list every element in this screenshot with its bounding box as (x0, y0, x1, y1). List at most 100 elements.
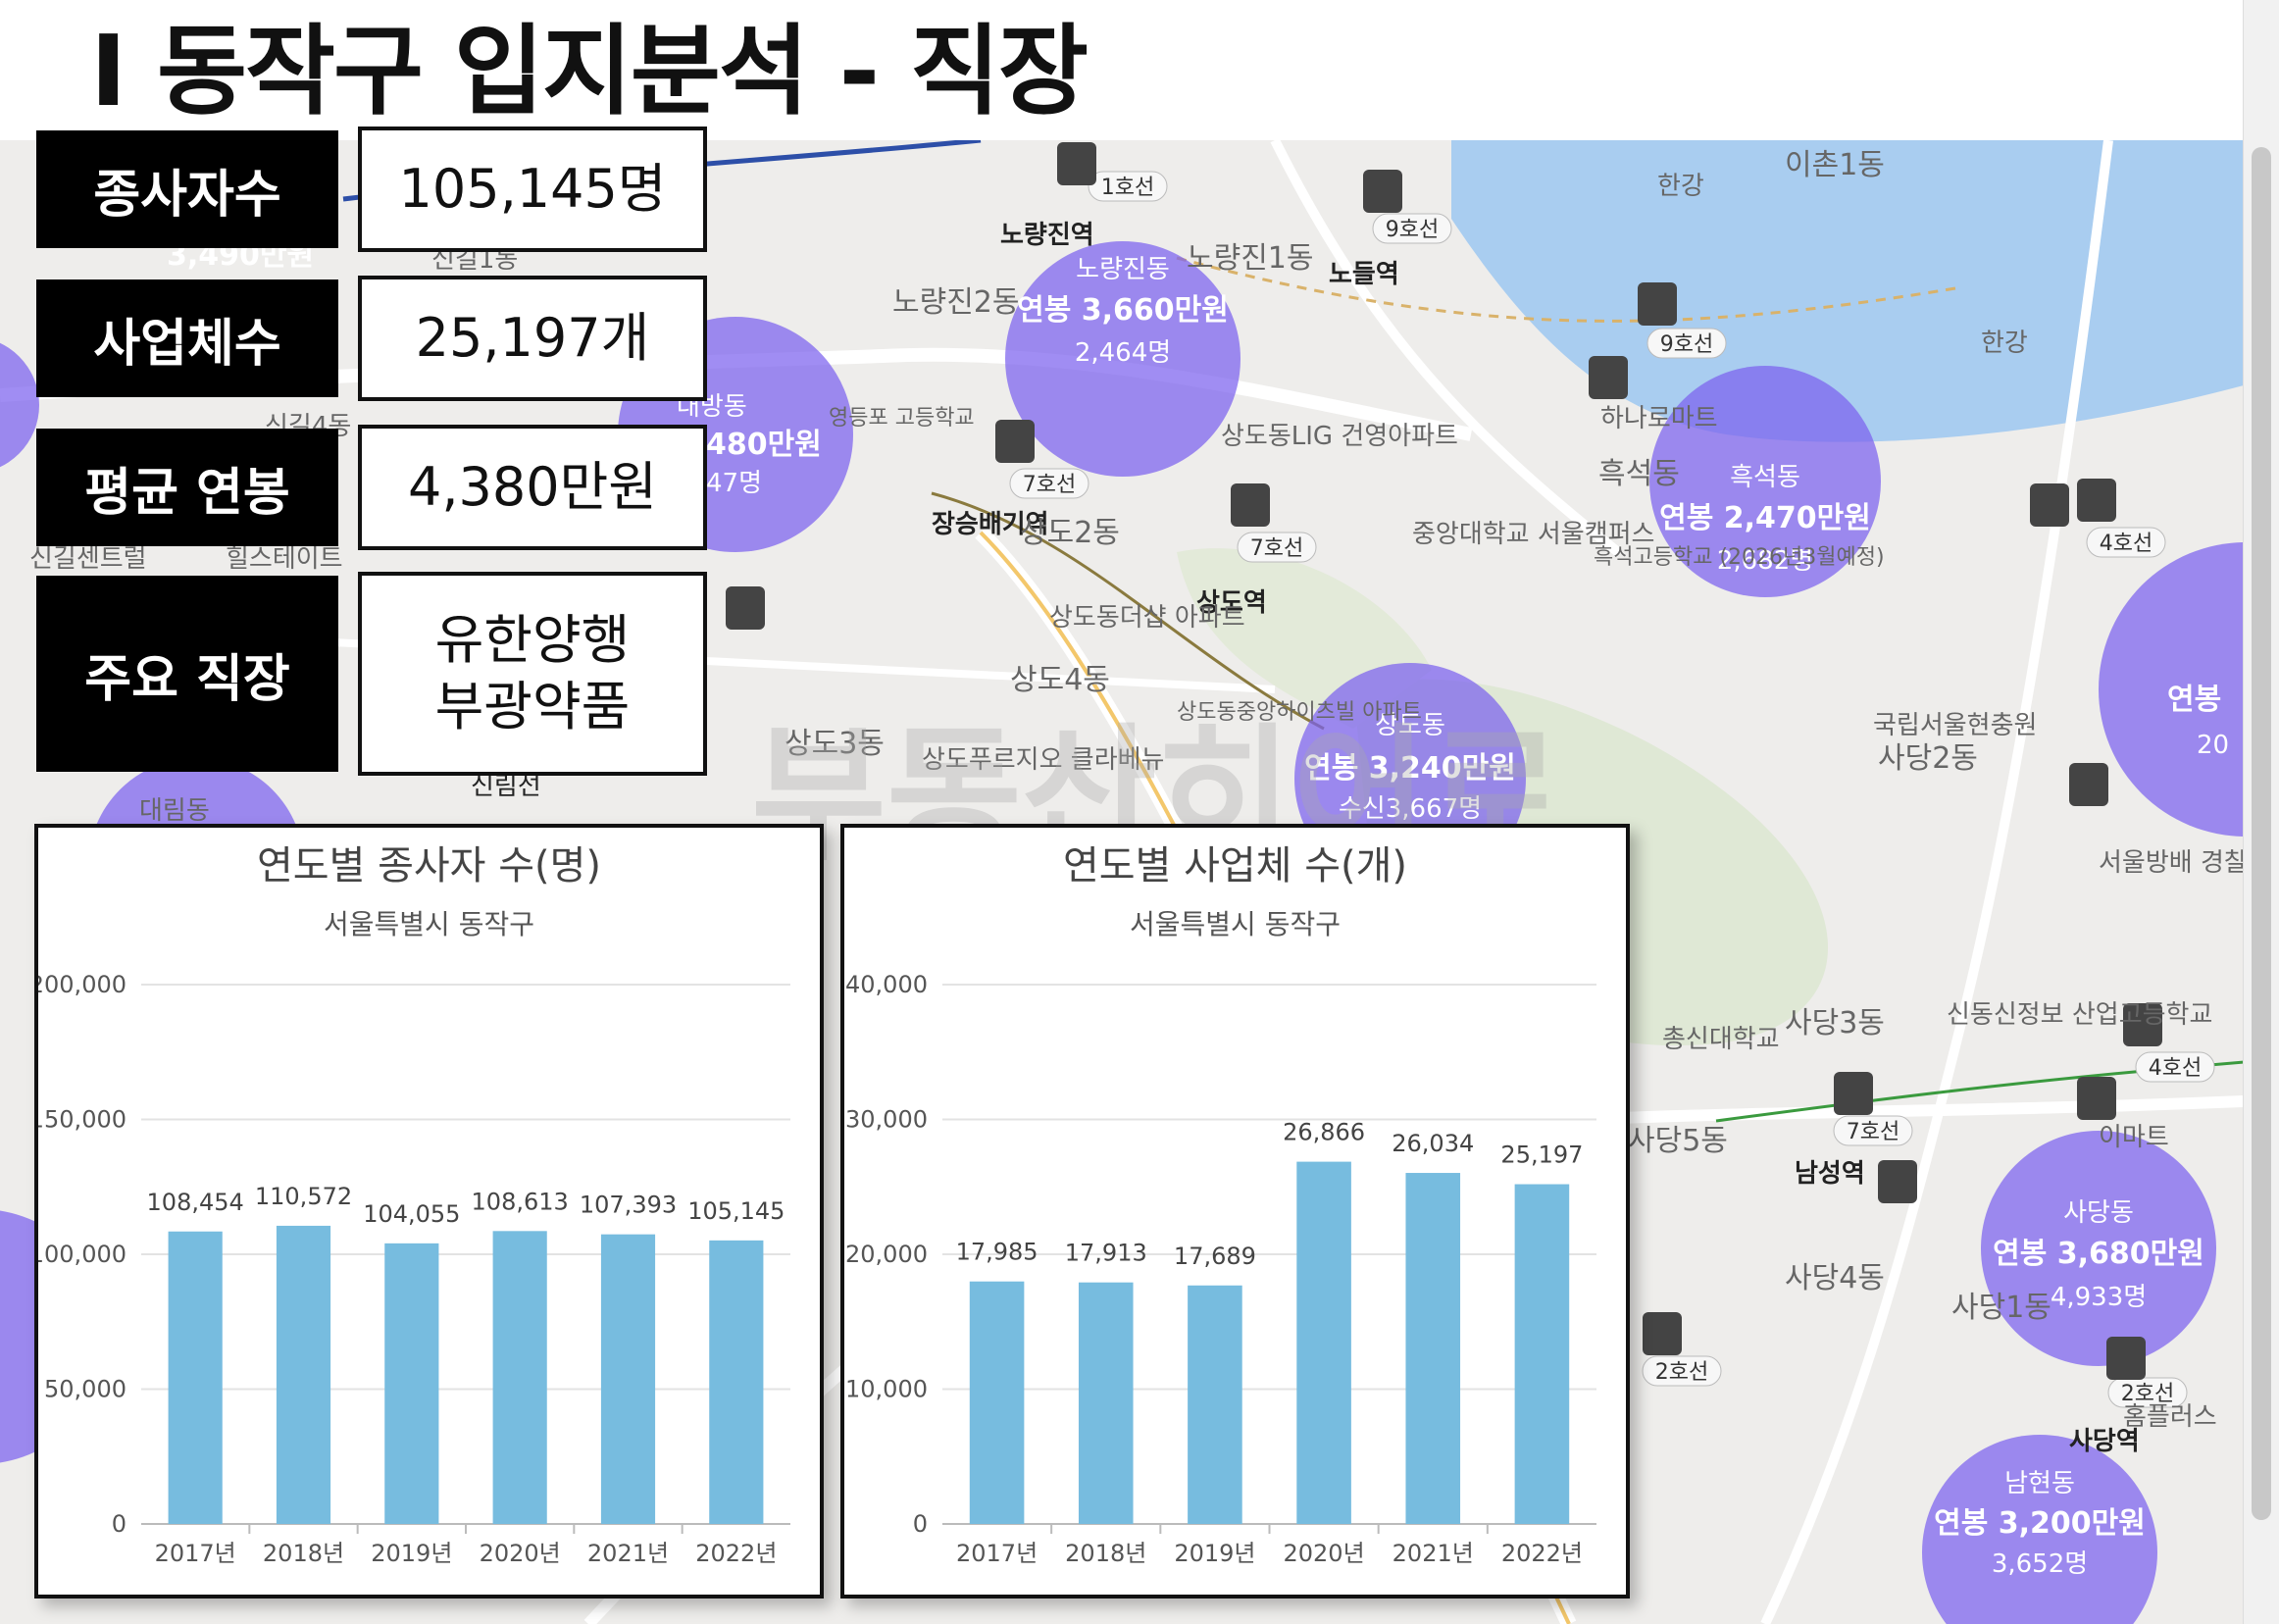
bar[interactable] (168, 1231, 223, 1524)
stat-value-avg-salary: 4,380만원 (358, 425, 707, 550)
bar[interactable] (1188, 1285, 1242, 1524)
x-tick-label: 2017년 (155, 1540, 236, 1567)
bubble-salary-label: 연봉 3,200만원 (1934, 1506, 2146, 1541)
subway-icon[interactable] (1643, 1312, 1682, 1355)
bar[interactable] (384, 1243, 439, 1524)
y-tick-label: 40,000 (845, 971, 928, 998)
place-label: 사당5동 (1628, 1124, 1728, 1158)
subway-icon[interactable] (1363, 170, 1402, 213)
subway-icon[interactable] (1638, 282, 1677, 326)
y-tick-label: 30,000 (845, 1106, 928, 1134)
place-label: 사당4동 (1785, 1261, 1885, 1295)
x-tick-label: 2022년 (1501, 1540, 1583, 1567)
x-tick-label: 2019년 (371, 1540, 452, 1567)
place-label: 대림동 (139, 796, 210, 826)
stat-label-businesses: 사업체수 (36, 279, 338, 397)
stat-value-businesses: 25,197개 (358, 276, 707, 401)
chart-subtitle: 서울특별시 동작구 (1130, 908, 1341, 940)
place-label: 신동신정보 산업고등학교 (1947, 1000, 2212, 1030)
han-river (1451, 140, 2244, 442)
place-label: 국립서울현충원 (1873, 711, 2037, 740)
subway-icon[interactable] (2030, 483, 2069, 527)
bubble-salary-label: 연봉 3,680만원 (1993, 1237, 2204, 1271)
y-tick-label: 150,000 (38, 1106, 127, 1134)
line-badge: 4호선 (2149, 1056, 2202, 1081)
subway-icon[interactable] (1834, 1072, 1873, 1115)
data-label: 108,454 (147, 1189, 244, 1216)
bar[interactable] (1296, 1161, 1351, 1524)
chart-panel-employees: 연도별 종사자 수(명) 서울특별시 동작구 0 50,000 100,000 150,0… (34, 824, 824, 1599)
subway-icon[interactable] (2077, 479, 2116, 522)
scrollbar-thumb[interactable] (2252, 147, 2271, 1520)
y-tick-label: 0 (913, 1510, 928, 1538)
bubble-salary-label: 연봉 3,660만원 (1017, 293, 1229, 328)
data-label: 25,197 (1500, 1142, 1583, 1169)
y-tick-label: 0 (112, 1510, 127, 1538)
bar[interactable] (1405, 1173, 1461, 1524)
place-label: 상도동LIG 건영아파트 (1221, 422, 1458, 451)
bar[interactable] (1514, 1184, 1570, 1524)
data-label: 17,689 (1174, 1243, 1256, 1270)
station-label[interactable]: 노들역 (1329, 260, 1399, 289)
subway-icon[interactable] (726, 586, 765, 630)
station-label[interactable]: 신림선 (471, 772, 541, 801)
x-tick-label: 2020년 (1283, 1540, 1364, 1567)
x-tick-label: 2019년 (1174, 1540, 1255, 1567)
stat-label-avg-salary: 평균 연봉 (36, 429, 338, 546)
place-label: 사당3동 (1785, 1006, 1885, 1040)
place-label: 영등포 고등학교 (829, 406, 975, 431)
data-label: 104,055 (363, 1200, 460, 1228)
bubble-count-label: 2,464명 (1075, 338, 1171, 368)
data-label: 17,913 (1065, 1240, 1147, 1267)
line-badge: 4호선 (2100, 532, 2152, 556)
place-label: 상도4동 (1010, 663, 1110, 697)
x-tick-label: 2018년 (263, 1540, 344, 1567)
shopping-bag-icon[interactable] (2077, 1077, 2116, 1120)
y-tick-label: 50,000 (44, 1376, 127, 1403)
shopping-bag-icon[interactable] (1878, 1160, 1917, 1203)
place-label: 흑석동 (1598, 457, 1680, 491)
bar[interactable] (276, 1225, 331, 1524)
bar[interactable] (1078, 1282, 1134, 1524)
bar[interactable] (709, 1240, 764, 1524)
subway-icon[interactable] (1057, 142, 1096, 185)
subway-icon[interactable] (995, 420, 1035, 463)
line-badge: 2호선 (1655, 1360, 1708, 1385)
place-label: 사당1동 (1951, 1291, 2051, 1325)
station-label[interactable]: 노량진역 (1000, 221, 1094, 250)
bubble-area-label: 사당동 (2063, 1198, 2134, 1228)
chart-title: 연도별 사업체 수(개) (1063, 843, 1407, 888)
x-tick-label: 2020년 (480, 1540, 561, 1567)
station-label[interactable]: 남성역 (1795, 1159, 1865, 1189)
line-badge: 9호선 (1660, 332, 1713, 357)
data-label: 105,145 (687, 1197, 785, 1225)
place-label: 하나로마트 (1600, 404, 1718, 433)
bar[interactable] (492, 1231, 547, 1524)
place-label: 서울방배 경찰서 (2099, 848, 2244, 878)
line-badge: 7호선 (1250, 536, 1303, 561)
chart-subtitle: 서울특별시 동작구 (324, 908, 534, 940)
line-badge: 7호선 (1023, 473, 1076, 497)
bubble-count-label: 20 (2197, 731, 2229, 760)
shopping-bag-icon[interactable] (1589, 356, 1628, 399)
bubble-left-top[interactable] (0, 336, 39, 474)
x-tick-label: 2021년 (587, 1540, 669, 1567)
bubble-count-label: 4,933명 (2051, 1283, 2147, 1312)
bubble-area-label: 남현동 (2004, 1469, 2075, 1498)
y-tick-label: 10,000 (845, 1376, 928, 1403)
bar[interactable] (600, 1234, 656, 1524)
shopping-bag-icon[interactable] (2069, 763, 2108, 806)
bubble-salary-label: 연봉 2,470만원 (1659, 501, 1871, 535)
scrollbar[interactable] (2243, 0, 2279, 1624)
x-tick-label: 2017년 (956, 1540, 1038, 1567)
bubble-salary-label: 연봉 (2167, 683, 2221, 717)
bubble-count-label: 47명 (706, 469, 762, 498)
bubble-area-label: 흑석동 (1730, 463, 1800, 492)
line-badge: 7호선 (1847, 1120, 1899, 1144)
bubble-salary-label: 480만원 (706, 428, 822, 462)
place-label: 총신대학교 (1662, 1025, 1780, 1054)
subway-icon[interactable] (1231, 483, 1270, 527)
subway-icon[interactable] (2106, 1337, 2146, 1380)
stat-label-employees: 종사자수 (36, 130, 338, 248)
bar[interactable] (969, 1281, 1025, 1524)
